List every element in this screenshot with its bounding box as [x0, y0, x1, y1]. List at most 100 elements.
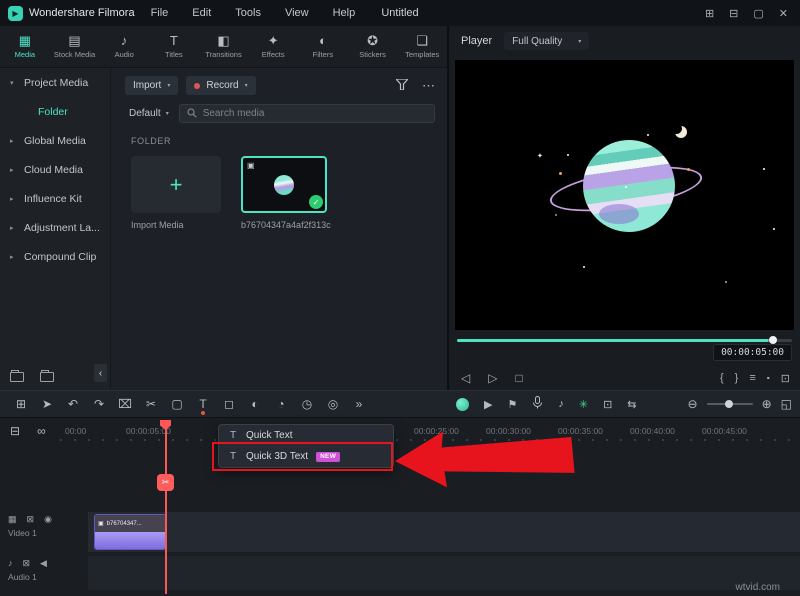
tab-effects[interactable]: ✦ Effects [248, 26, 298, 67]
play-button[interactable]: ▷ [488, 371, 497, 385]
speed-icon[interactable]: ◔ [268, 397, 294, 411]
audio-track-lane[interactable] [88, 556, 800, 590]
sort-dropdown[interactable]: Default ▾ [125, 108, 173, 119]
playback-progress-bar[interactable] [457, 339, 792, 342]
effects-icon: ✦ [268, 34, 279, 47]
export-clip-icon[interactable]: ⇆ [627, 398, 636, 411]
import-tile-label: Import Media [131, 220, 221, 230]
tab-transitions[interactable]: ◧ Transitions [199, 26, 249, 67]
import-button[interactable]: Import ▾ [125, 76, 178, 95]
search-box[interactable] [179, 104, 435, 123]
restore-window-icon[interactable]: ▢ [753, 7, 763, 20]
menu-view[interactable]: View [285, 7, 309, 19]
mark-in-button[interactable]: { [720, 372, 724, 384]
collapse-icon: ‹ [99, 368, 102, 379]
marker-icon[interactable]: ⚑ [507, 398, 517, 411]
tab-stock-media[interactable]: ▤ Stock Media [50, 26, 100, 67]
undo-icon[interactable]: ↶ [60, 397, 86, 411]
filter-icon[interactable] [396, 77, 408, 95]
sidebar-item-project-media[interactable]: ▾ Project Media [0, 68, 110, 97]
stop-button[interactable]: □ [515, 371, 522, 385]
sidebar-item-folder[interactable]: Folder [0, 97, 110, 126]
mark-out-button[interactable]: } [735, 372, 739, 384]
keyframe-icon[interactable]: ◎ [320, 397, 346, 411]
tab-audio[interactable]: ♪ Audio [99, 26, 149, 67]
record-button[interactable]: Record ▾ [186, 76, 255, 95]
menu-tools[interactable]: Tools [235, 7, 261, 19]
fit-timeline-icon[interactable]: ◱ [781, 397, 792, 411]
timeline-clip-label: b76704347... [107, 521, 142, 527]
menu-edit[interactable]: Edit [192, 7, 211, 19]
stock-media-icon: ▤ [68, 34, 80, 47]
auto-ripple-icon[interactable]: ∞ [37, 424, 46, 438]
tab-media[interactable]: ▦ Media [0, 26, 50, 67]
lock-icon[interactable]: ⊠ [27, 514, 35, 525]
select-tool-icon[interactable]: ➤ [34, 397, 60, 411]
chevron-right-icon: ▸ [10, 137, 18, 145]
sidebar-item-adjustment-layer[interactable]: ▸ Adjustment La... [0, 213, 110, 242]
render-preview-icon[interactable]: ▶ [484, 398, 492, 411]
sidebar-item-compound-clip[interactable]: ▸ Compound Clip [0, 242, 110, 271]
quality-dropdown[interactable]: Full Quality ▾ [504, 32, 589, 50]
delete-folder-icon[interactable] [40, 372, 54, 382]
app-name: Wondershare Filmora [29, 7, 135, 19]
playhead-split-button[interactable]: ✂ [157, 474, 174, 491]
chevron-down-icon: ▾ [578, 38, 581, 45]
mask-icon[interactable]: ◻ [216, 397, 242, 411]
workspace-icon[interactable]: ⊞ [8, 397, 34, 411]
tab-titles[interactable]: T Titles [149, 26, 199, 67]
crop-icon[interactable]: ▢ [164, 397, 190, 411]
menu-file[interactable]: File [151, 7, 169, 19]
more-tools-icon[interactable]: » [346, 397, 372, 411]
audio-tool-icon[interactable]: ♪ [558, 398, 564, 410]
playhead-line[interactable] [165, 422, 167, 594]
split-icon[interactable]: ✂ [138, 397, 164, 411]
timeline-clip[interactable]: ▣ b76704347... [94, 514, 166, 550]
fullscreen-icon[interactable]: ⊡ [781, 372, 790, 385]
annotation-arrow [391, 425, 579, 491]
more-options-icon[interactable]: ⋯ [422, 78, 435, 94]
sidebar-item-influence-kit[interactable]: ▸ Influence Kit [0, 184, 110, 213]
display-quality-icon[interactable]: ≡ [749, 372, 755, 384]
chevron-right-icon: ▸ [10, 224, 18, 232]
visibility-icon[interactable]: ◉ [44, 514, 52, 525]
video-track-name: Video 1 [8, 528, 86, 538]
menu-bar: ▶ Wondershare Filmora File Edit Tools Vi… [0, 0, 800, 26]
snapshot-icon[interactable]: ⬝ [767, 372, 770, 385]
quick-text-tool-icon[interactable]: T [190, 397, 216, 411]
tab-filters[interactable]: ◐ Filters [298, 26, 348, 67]
chroma-key-icon[interactable]: ◐ [242, 397, 268, 411]
ai-tools-icon[interactable]: ✳ [579, 398, 588, 411]
duration-icon[interactable]: ◷ [294, 397, 320, 411]
video-track-lane[interactable] [88, 512, 800, 552]
zoom-in-icon[interactable]: ⊕ [762, 397, 772, 411]
manage-tracks-icon[interactable]: ⊟ [10, 424, 20, 438]
voiceover-mic-icon[interactable] [532, 396, 543, 412]
redo-icon[interactable]: ↷ [86, 397, 112, 411]
panel-toggle-icon[interactable]: ⊟ [729, 7, 738, 20]
video-track-icon[interactable]: ▦ [8, 514, 17, 525]
snapshot-frame-icon[interactable]: ⊡ [603, 398, 612, 411]
import-media-tile[interactable]: + [131, 156, 221, 213]
chevron-down-icon: ▾ [245, 82, 248, 89]
layout-icon[interactable]: ⊞ [705, 7, 714, 20]
collapse-sidebar-button[interactable]: ‹ [94, 364, 107, 382]
media-clip-tile[interactable]: ▣ ✓ [241, 156, 327, 213]
audio-track-icon[interactable]: ♪ [8, 558, 13, 569]
lock-icon[interactable]: ⊠ [23, 558, 31, 569]
search-input[interactable] [203, 108, 427, 119]
sidebar-item-cloud-media[interactable]: ▸ Cloud Media [0, 155, 110, 184]
clip-thumbnail [274, 175, 294, 195]
menu-help[interactable]: Help [333, 7, 356, 19]
previous-frame-button[interactable]: ◁ [461, 371, 470, 385]
tab-stickers[interactable]: ✪ Stickers [348, 26, 398, 67]
sidebar-item-global-media[interactable]: ▸ Global Media [0, 126, 110, 155]
delete-icon[interactable]: ⌧ [112, 397, 138, 411]
volume-icon[interactable]: ◀ [40, 558, 47, 569]
gif-export-icon[interactable] [456, 398, 469, 411]
new-folder-icon[interactable] [10, 372, 24, 382]
close-icon[interactable]: ✕ [779, 7, 788, 20]
zoom-out-icon[interactable]: ⊖ [688, 397, 698, 411]
tab-templates[interactable]: ❏ Templates [397, 26, 447, 67]
timeline-zoom-slider[interactable] [707, 403, 753, 405]
